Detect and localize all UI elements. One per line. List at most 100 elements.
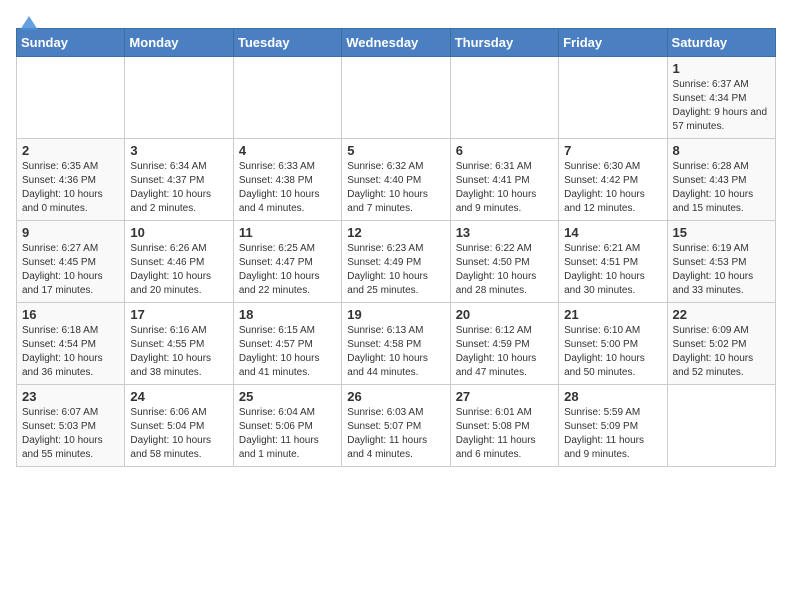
calendar-cell: 20Sunrise: 6:12 AM Sunset: 4:59 PM Dayli… (450, 303, 558, 385)
calendar-cell: 26 Sunrise: 6:03 AM Sunset: 5:07 PM Dayli… (342, 385, 450, 467)
calendar-cell: 15 Sunrise: 6:19 AM Sunset: 4:53 PM Dayli… (667, 221, 775, 303)
day-number: 23 (22, 389, 119, 404)
day-info: Sunrise: 6:01 AM Sunset: 5:08 PM Dayligh… (456, 406, 553, 462)
day-number: 16 (22, 307, 119, 322)
calendar-cell: 4 Sunrise: 6:33 AM Sunset: 4:38 PM Daylig… (233, 139, 341, 221)
day-number: 21 (564, 307, 661, 322)
day-number: 3 (130, 143, 227, 158)
calendar-week-row: 9 Sunrise: 6:27 AM Sunset: 4:45 PM Daylig… (17, 221, 776, 303)
day-number: 17 (130, 307, 227, 322)
day-info: Sunrise: 6:06 AM Sunset: 5:04 PM Dayligh… (130, 406, 227, 462)
day-info: Sunrise: 6:10 AM Sunset: 5:00 PM Dayligh… (564, 324, 661, 380)
day-info: Sunrise: 6:13 AM Sunset: 4:58 PM Dayligh… (347, 324, 444, 380)
day-info: Sunrise: 6:03 AM Sunset: 5:07 PM Dayligh… (347, 406, 444, 462)
calendar-cell: 28 Sunrise: 5:59 AM Sunset: 5:09 PM Dayli… (559, 385, 667, 467)
day-number: 22 (673, 307, 770, 322)
calendar-cell: 24 Sunrise: 6:06 AM Sunset: 5:04 PM Dayli… (125, 385, 233, 467)
day-number: 14 (564, 225, 661, 240)
calendar-cell: 23 Sunrise: 6:07 AM Sunset: 5:03 PM Dayli… (17, 385, 125, 467)
calendar-cell: 12 Sunrise: 6:23 AM Sunset: 4:49 PM Dayli… (342, 221, 450, 303)
day-number: 5 (347, 143, 444, 158)
calendar-cell (233, 57, 341, 139)
day-info: Sunrise: 6:09 AM Sunset: 5:02 PM Dayligh… (673, 324, 770, 380)
day-info: Sunrise: 6:21 AM Sunset: 4:51 PM Dayligh… (564, 242, 661, 298)
day-number: 11 (239, 225, 336, 240)
day-number: 27 (456, 389, 553, 404)
day-of-week-header: Tuesday (233, 29, 341, 57)
day-info: Sunrise: 6:30 AM Sunset: 4:42 PM Dayligh… (564, 160, 661, 216)
day-info: Sunrise: 6:35 AM Sunset: 4:36 PM Dayligh… (22, 160, 119, 216)
day-number: 19 (347, 307, 444, 322)
calendar-cell: 19 Sunrise: 6:13 AM Sunset: 4:58 PM Dayli… (342, 303, 450, 385)
calendar-week-row: 23 Sunrise: 6:07 AM Sunset: 5:03 PM Dayli… (17, 385, 776, 467)
calendar-cell: 10 Sunrise: 6:26 AM Sunset: 4:46 PM Dayli… (125, 221, 233, 303)
day-info: Sunrise: 6:04 AM Sunset: 5:06 PM Dayligh… (239, 406, 336, 462)
calendar-cell: 7 Sunrise: 6:30 AM Sunset: 4:42 PM Daylig… (559, 139, 667, 221)
day-info: Sunrise: 6:31 AM Sunset: 4:41 PM Dayligh… (456, 160, 553, 216)
calendar-cell: 3 Sunrise: 6:34 AM Sunset: 4:37 PM Daylig… (125, 139, 233, 221)
day-number: 8 (673, 143, 770, 158)
day-info: Sunrise: 6:23 AM Sunset: 4:49 PM Dayligh… (347, 242, 444, 298)
calendar-cell: 1 Sunrise: 6:37 AM Sunset: 4:34 PM Daylig… (667, 57, 775, 139)
calendar-header-row: SundayMondayTuesdayWednesdayThursdayFrid… (17, 29, 776, 57)
calendar-cell: 8 Sunrise: 6:28 AM Sunset: 4:43 PM Daylig… (667, 139, 775, 221)
calendar-cell: 25 Sunrise: 6:04 AM Sunset: 5:06 PM Dayli… (233, 385, 341, 467)
calendar-table: SundayMondayTuesdayWednesdayThursdayFrid… (16, 28, 776, 467)
day-of-week-header: Thursday (450, 29, 558, 57)
calendar-cell (559, 57, 667, 139)
calendar-cell: 17 Sunrise: 6:16 AM Sunset: 4:55 PM Dayli… (125, 303, 233, 385)
calendar-cell (450, 57, 558, 139)
day-info: Sunrise: 6:12 AM Sunset: 4:59 PM Dayligh… (456, 324, 553, 380)
calendar-week-row: 2 Sunrise: 6:35 AM Sunset: 4:36 PM Daylig… (17, 139, 776, 221)
calendar-cell: 9 Sunrise: 6:27 AM Sunset: 4:45 PM Daylig… (17, 221, 125, 303)
day-number: 12 (347, 225, 444, 240)
day-info: Sunrise: 6:25 AM Sunset: 4:47 PM Dayligh… (239, 242, 336, 298)
day-number: 1 (673, 61, 770, 76)
day-number: 26 (347, 389, 444, 404)
day-number: 9 (22, 225, 119, 240)
calendar-week-row: 16Sunrise: 6:18 AM Sunset: 4:54 PM Dayli… (17, 303, 776, 385)
day-number: 7 (564, 143, 661, 158)
day-number: 2 (22, 143, 119, 158)
day-number: 24 (130, 389, 227, 404)
day-number: 25 (239, 389, 336, 404)
calendar-cell (125, 57, 233, 139)
calendar-cell: 11 Sunrise: 6:25 AM Sunset: 4:47 PM Dayli… (233, 221, 341, 303)
calendar-cell: 13 Sunrise: 6:22 AM Sunset: 4:50 PM Dayli… (450, 221, 558, 303)
calendar-cell: 27 Sunrise: 6:01 AM Sunset: 5:08 PM Dayli… (450, 385, 558, 467)
day-number: 15 (673, 225, 770, 240)
day-info: Sunrise: 6:32 AM Sunset: 4:40 PM Dayligh… (347, 160, 444, 216)
day-info: Sunrise: 6:27 AM Sunset: 4:45 PM Dayligh… (22, 242, 119, 298)
calendar-cell: 16Sunrise: 6:18 AM Sunset: 4:54 PM Dayli… (17, 303, 125, 385)
calendar-cell: 14 Sunrise: 6:21 AM Sunset: 4:51 PM Dayli… (559, 221, 667, 303)
day-info: Sunrise: 6:37 AM Sunset: 4:34 PM Dayligh… (673, 78, 770, 134)
day-info: Sunrise: 6:34 AM Sunset: 4:37 PM Dayligh… (130, 160, 227, 216)
day-number: 13 (456, 225, 553, 240)
day-info: Sunrise: 6:28 AM Sunset: 4:43 PM Dayligh… (673, 160, 770, 216)
calendar-cell: 21 Sunrise: 6:10 AM Sunset: 5:00 PM Dayli… (559, 303, 667, 385)
day-number: 28 (564, 389, 661, 404)
day-info: Sunrise: 6:16 AM Sunset: 4:55 PM Dayligh… (130, 324, 227, 380)
calendar-cell (667, 385, 775, 467)
day-info: Sunrise: 5:59 AM Sunset: 5:09 PM Dayligh… (564, 406, 661, 462)
calendar-cell (17, 57, 125, 139)
calendar-cell: 22 Sunrise: 6:09 AM Sunset: 5:02 PM Dayli… (667, 303, 775, 385)
day-of-week-header: Wednesday (342, 29, 450, 57)
day-info: Sunrise: 6:22 AM Sunset: 4:50 PM Dayligh… (456, 242, 553, 298)
day-info: Sunrise: 6:33 AM Sunset: 4:38 PM Dayligh… (239, 160, 336, 216)
day-of-week-header: Monday (125, 29, 233, 57)
day-info: Sunrise: 6:26 AM Sunset: 4:46 PM Dayligh… (130, 242, 227, 298)
day-number: 6 (456, 143, 553, 158)
calendar-cell: 18 Sunrise: 6:15 AM Sunset: 4:57 PM Dayli… (233, 303, 341, 385)
day-info: Sunrise: 6:07 AM Sunset: 5:03 PM Dayligh… (22, 406, 119, 462)
calendar-cell: 5 Sunrise: 6:32 AM Sunset: 4:40 PM Daylig… (342, 139, 450, 221)
day-info: Sunrise: 6:19 AM Sunset: 4:53 PM Dayligh… (673, 242, 770, 298)
calendar-cell (342, 57, 450, 139)
calendar-cell: 2 Sunrise: 6:35 AM Sunset: 4:36 PM Daylig… (17, 139, 125, 221)
day-number: 4 (239, 143, 336, 158)
day-number: 10 (130, 225, 227, 240)
day-number: 18 (239, 307, 336, 322)
day-info: Sunrise: 6:15 AM Sunset: 4:57 PM Dayligh… (239, 324, 336, 380)
calendar-week-row: 1 Sunrise: 6:37 AM Sunset: 4:34 PM Daylig… (17, 57, 776, 139)
day-of-week-header: Saturday (667, 29, 775, 57)
